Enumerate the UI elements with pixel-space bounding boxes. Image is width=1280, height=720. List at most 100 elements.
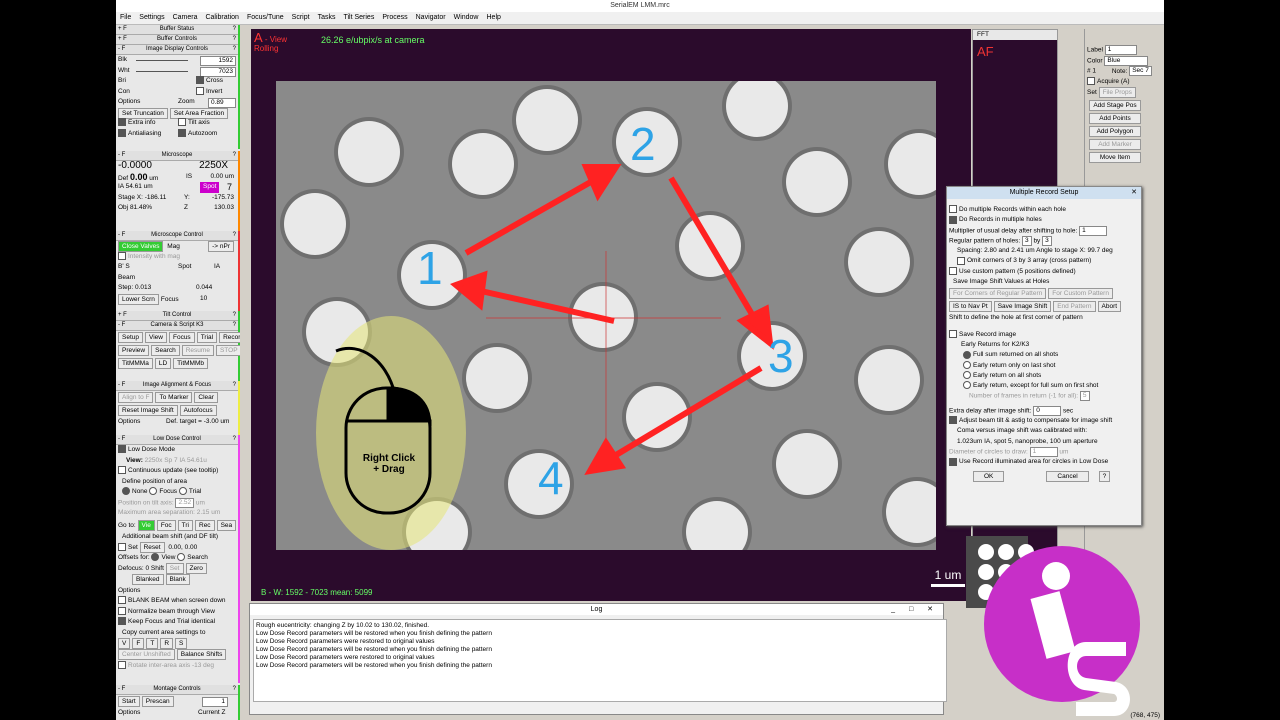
reset-image-shift-button[interactable]: Reset Image Shift (118, 405, 178, 416)
reset-shift-button[interactable]: Reset (139, 542, 165, 553)
low-dose-mode-checkbox[interactable]: Low Dose Mode (128, 446, 175, 453)
extra-info-checkbox[interactable]: Extra info (118, 118, 155, 127)
zero-button[interactable]: Zero (185, 563, 207, 574)
close-icon[interactable]: ✕ (1131, 187, 1137, 199)
file-props-button[interactable]: File Props (1098, 87, 1136, 98)
add-points-button[interactable]: Add Points (1089, 112, 1141, 124)
early-except-radio[interactable]: Early return, except for full sum on fir… (973, 382, 1098, 389)
search-button[interactable]: Search (151, 345, 180, 356)
lowdose-options[interactable]: Options (118, 587, 140, 594)
micrograph[interactable]: 1 2 3 4 Right Click + Drag (276, 81, 936, 550)
blank-beam-checkbox[interactable]: BLANK BEAM when screen down (128, 597, 226, 604)
to-marker-button[interactable]: To Marker (155, 392, 193, 403)
stop-button[interactable]: STOP (215, 345, 240, 356)
image-display-header[interactable]: - F Image Display Controls? (116, 45, 238, 55)
clear-button[interactable]: Clear (194, 392, 218, 403)
autozoom-checkbox[interactable]: Autozoom (178, 128, 217, 140)
wht-field[interactable]: 7023 (200, 66, 236, 77)
copy-f-button[interactable]: F (132, 638, 145, 649)
menu-tasks[interactable]: Tasks (314, 12, 340, 24)
focus-button[interactable]: Focus (168, 332, 195, 343)
montage-start-button[interactable]: Start (118, 696, 140, 707)
record-button[interactable]: Record (219, 332, 240, 343)
view-button[interactable]: View (145, 332, 167, 343)
menu-process[interactable]: Process (378, 12, 411, 24)
goto-record-button[interactable]: Rec (195, 519, 215, 531)
continuous-update-checkbox[interactable]: Continuous update (see tooltip) (128, 467, 218, 474)
menu-script[interactable]: Script (288, 12, 314, 24)
buffer-controls-header[interactable]: + F Buffer Controls? (116, 35, 238, 45)
extra-delay-field[interactable]: 0 (1033, 405, 1062, 416)
set-offset-button[interactable]: Set (165, 563, 184, 574)
options-toggle[interactable]: Options (118, 98, 140, 105)
pattern-x-field[interactable]: 3 (1022, 235, 1032, 246)
menu-calibration[interactable]: Calibration (201, 12, 242, 24)
label-field[interactable]: 1 (1104, 45, 1137, 55)
for-corners-button[interactable]: For Corners of Regular Pattern (949, 288, 1047, 300)
align-to-button[interactable]: Align to F (118, 392, 154, 403)
add-polygon-button[interactable]: Add Polygon (1089, 125, 1141, 137)
goto-search-button[interactable]: Sea (216, 519, 237, 531)
buffer-status-header[interactable]: + F Buffer Status? (116, 25, 238, 35)
menu-navigator[interactable]: Navigator (412, 12, 450, 24)
early-last-radio[interactable]: Early return only on last shot (973, 362, 1055, 369)
prescan-button[interactable]: Prescan (141, 696, 174, 707)
log-text[interactable]: Rough eucentricity: changing Z by 10.02 … (253, 619, 947, 702)
normalize-checkbox[interactable]: Normalize beam through View (128, 608, 215, 615)
multiplier-field[interactable]: 1 (1079, 225, 1108, 236)
save-image-shift-button[interactable]: Save Image Shift (993, 301, 1052, 313)
move-item-button[interactable]: Move Item (1089, 151, 1141, 163)
align-options[interactable]: Options (118, 418, 140, 425)
is-to-nav-button[interactable]: IS to Nav Pt (949, 301, 992, 313)
menu-tilt-series[interactable]: Tilt Series (339, 12, 378, 24)
acquire-checkbox[interactable]: Acquire (A) (1097, 78, 1130, 85)
intensity-with-mag[interactable]: Intensity with mag (128, 253, 180, 260)
offset-view-radio[interactable]: View (161, 554, 175, 561)
zoom-field[interactable]: 0.89 (208, 98, 236, 108)
autofocus-button[interactable]: Autofocus (179, 405, 217, 416)
menu-settings[interactable]: Settings (135, 12, 168, 24)
preview-button[interactable]: Preview (118, 345, 150, 356)
use-record-area-checkbox[interactable]: Use Record illuminated area for circles … (959, 458, 1108, 465)
antialiasing-checkbox[interactable]: Antialiasing (118, 128, 161, 137)
setup-button[interactable]: Setup (118, 332, 143, 343)
blk-field[interactable]: 1592 (200, 56, 236, 66)
set-shift-checkbox[interactable]: Set (128, 544, 138, 551)
menu-camera[interactable]: Camera (169, 12, 202, 24)
resume-button[interactable]: Resume (181, 345, 214, 356)
montage-options[interactable]: Options (118, 709, 140, 716)
microscope-control-header[interactable]: - F Microscope Control? (116, 231, 238, 241)
full-sum-radio[interactable]: Full sum returned on all shots (973, 351, 1058, 358)
invert-checkbox[interactable]: Invert (196, 86, 222, 98)
lower-screen-button[interactable]: Lower Scrn (118, 293, 159, 305)
camera-header[interactable]: - F Camera & Script K3? (116, 321, 238, 331)
script-b-button[interactable]: TitMMMb (173, 358, 208, 369)
copy-t-button[interactable]: T (146, 638, 159, 649)
note-field[interactable]: Sec 7 (1129, 66, 1152, 76)
close-valves-button[interactable]: Close Valves (118, 241, 164, 252)
copy-v-button[interactable]: V (118, 638, 131, 649)
center-unshifted-button[interactable]: Center Unshifted (118, 648, 175, 660)
define-focus-radio[interactable]: Focus (159, 488, 177, 495)
montage-z-field[interactable]: 1 (202, 697, 228, 707)
abort-button[interactable]: Abort (1097, 301, 1122, 313)
blank-button[interactable]: Blank (165, 573, 190, 585)
wht-slider[interactable] (136, 70, 188, 72)
frames-field[interactable]: 5 (1079, 391, 1090, 402)
early-all-radio[interactable]: Early return on all shots (973, 372, 1041, 379)
save-record-checkbox[interactable]: Save Record image (959, 331, 1016, 338)
end-pattern-button[interactable]: End Pattern (1053, 301, 1096, 313)
menu-help[interactable]: Help (483, 12, 505, 24)
diameter-field[interactable]: 1 (1029, 446, 1058, 457)
rotate-axis-checkbox[interactable]: Rotate inter-area axis (128, 662, 190, 669)
tilt-control-header[interactable]: + F Tilt Control? (116, 311, 238, 321)
copy-s-button[interactable]: S (175, 638, 188, 649)
keep-focus-trial-checkbox[interactable]: Keep Focus and Trial identical (128, 618, 215, 625)
ld-button[interactable]: LD (154, 358, 172, 369)
multiple-holes-checkbox[interactable]: Do Records in multiple holes (959, 216, 1042, 223)
add-stage-pos-button[interactable]: Add Stage Pos (1089, 99, 1141, 111)
low-dose-header[interactable]: - F Low Dose Control? (116, 435, 238, 445)
goto-trial-button[interactable]: Tri (177, 519, 193, 531)
montage-header[interactable]: - F Montage Controls? (116, 685, 238, 695)
multiple-records-hole-checkbox[interactable]: Do multiple Records within each hole (959, 206, 1066, 213)
